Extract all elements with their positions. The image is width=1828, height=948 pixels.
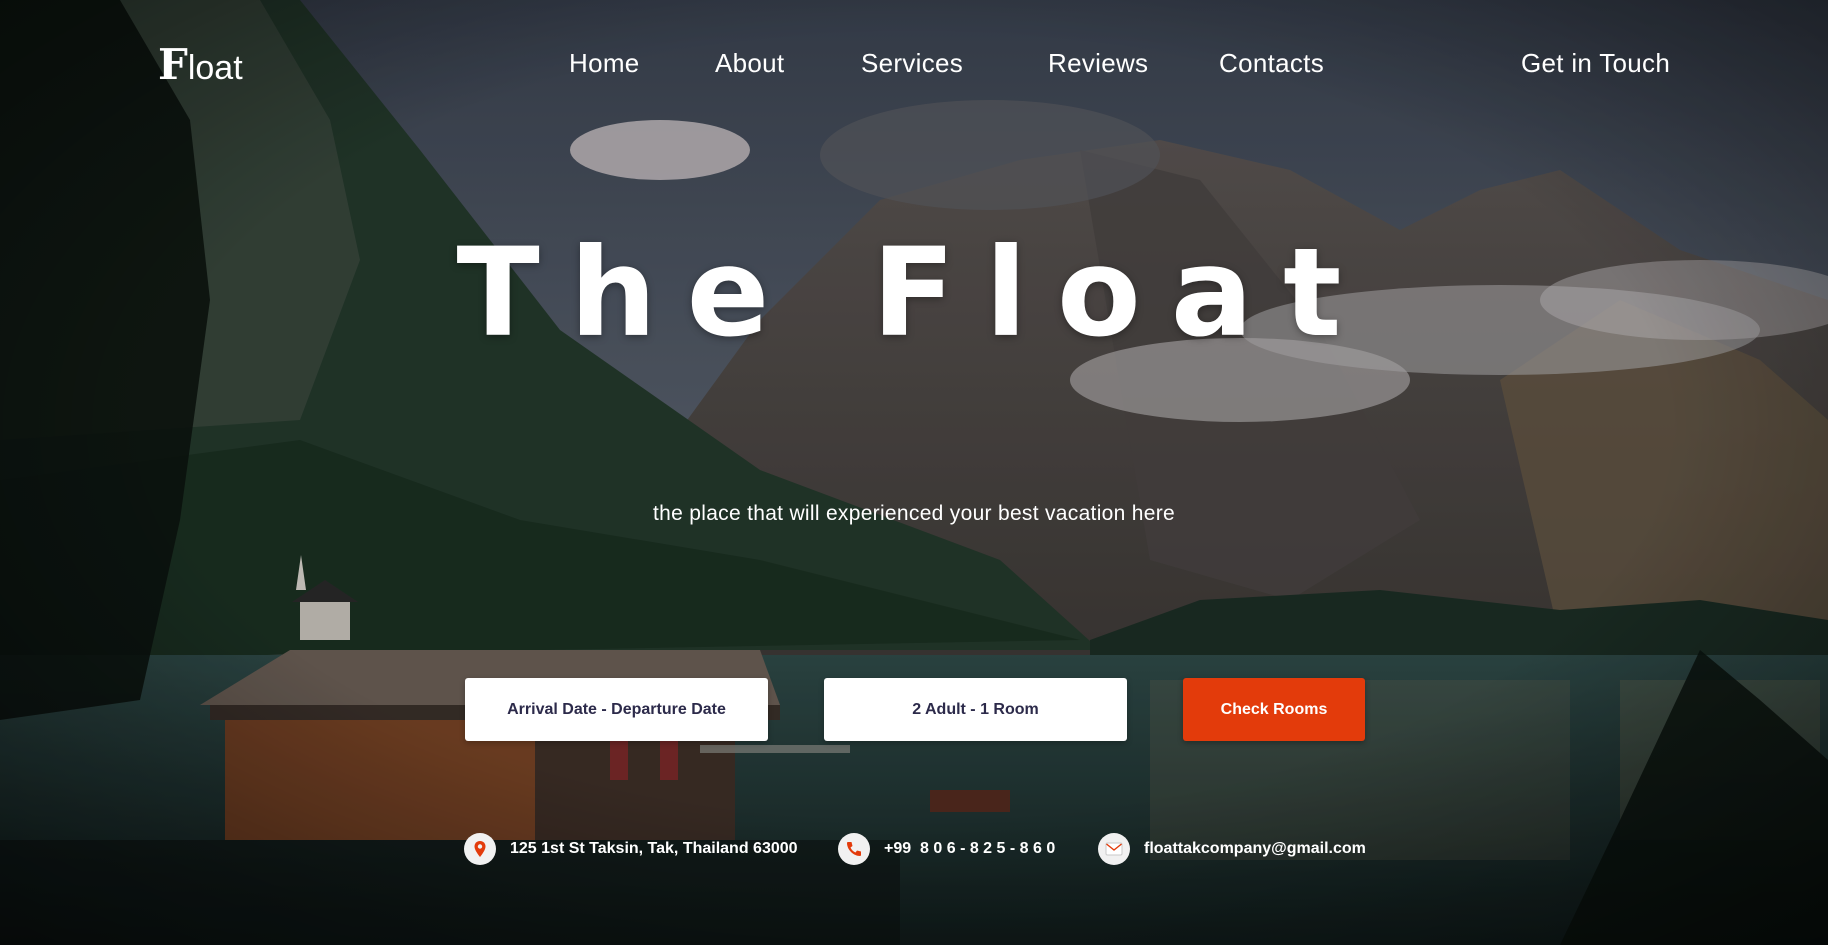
- nav-contacts[interactable]: Contacts: [1219, 48, 1324, 79]
- address-text: 125 1st St Taksin, Tak, Thailand 63000: [510, 840, 798, 857]
- date-range-label: Arrival Date - Departure Date: [507, 700, 726, 718]
- contact-email[interactable]: floattakcompany@gmail.com: [1098, 833, 1366, 865]
- phone-text: +99 8 0 6 - 8 2 5 - 8 6 0: [884, 840, 1056, 857]
- nav-home[interactable]: Home: [569, 48, 640, 79]
- email-text: floattakcompany@gmail.com: [1144, 840, 1366, 857]
- brand-logo[interactable]: Float: [158, 40, 243, 89]
- brand-logo-initial: F: [158, 40, 188, 89]
- check-rooms-button[interactable]: Check Rooms: [1183, 678, 1365, 741]
- nav-about[interactable]: About: [715, 48, 784, 79]
- phone-icon: [838, 833, 870, 865]
- guests-rooms-selector[interactable]: 2 Adult - 1 Room: [824, 678, 1127, 741]
- contact-address: 125 1st St Taksin, Tak, Thailand 63000: [464, 833, 798, 865]
- nav-services[interactable]: Services: [861, 48, 963, 79]
- mail-icon: [1098, 833, 1130, 865]
- contact-phone[interactable]: +99 8 0 6 - 8 2 5 - 8 6 0: [838, 833, 1055, 865]
- hero-background-image: [0, 0, 1828, 945]
- get-in-touch-link[interactable]: Get in Touch: [1521, 48, 1670, 79]
- location-pin-icon: [464, 833, 496, 865]
- brand-logo-rest: loat: [187, 49, 243, 87]
- hero-title: The Float: [456, 222, 1372, 364]
- nav-reviews[interactable]: Reviews: [1048, 48, 1148, 79]
- date-range-picker[interactable]: Arrival Date - Departure Date: [465, 678, 768, 741]
- hero-subtitle: the place that will experienced your bes…: [653, 502, 1175, 525]
- guests-rooms-label: 2 Adult - 1 Room: [912, 700, 1039, 718]
- hero-section: Float Home About Services Reviews Contac…: [0, 0, 1828, 945]
